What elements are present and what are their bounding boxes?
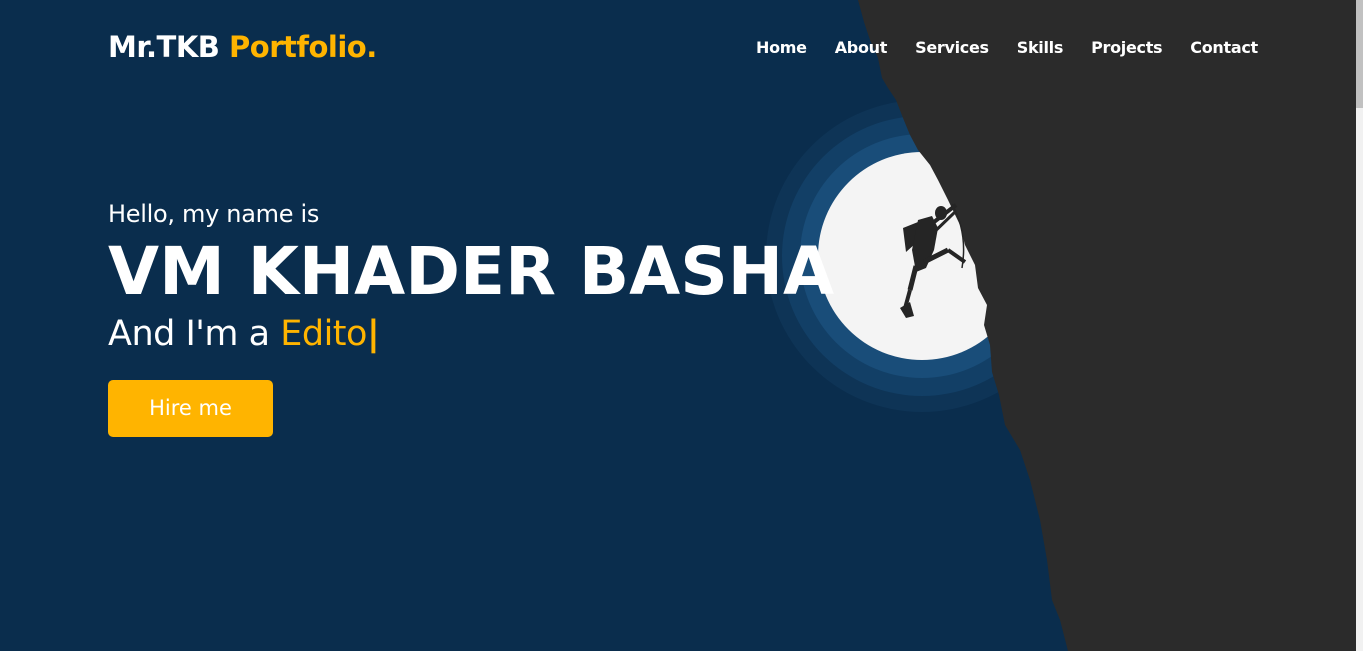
nav-menu: Home About Services Skills Projects Cont… bbox=[756, 38, 1258, 57]
hero-name: VM KHADER BASHA bbox=[108, 233, 835, 310]
nav-link-contact[interactable]: Contact bbox=[1190, 38, 1258, 57]
nav-link-projects[interactable]: Projects bbox=[1091, 38, 1163, 57]
nav-link-services[interactable]: Services bbox=[915, 38, 989, 57]
nav-link-about[interactable]: About bbox=[835, 38, 888, 57]
typed-role-text: Edito bbox=[280, 314, 367, 354]
hero-role-line: And I'm a Edito| bbox=[108, 314, 834, 354]
logo-main-text: Mr.TKB bbox=[108, 30, 220, 64]
page-scrollbar[interactable] bbox=[1356, 0, 1363, 651]
nav-link-home[interactable]: Home bbox=[756, 38, 807, 57]
site-logo[interactable]: Mr.TKB Portfolio. bbox=[108, 30, 377, 64]
hero-greeting: Hello, my name is bbox=[108, 200, 320, 228]
top-navbar: Mr.TKB Portfolio. Home About Services Sk… bbox=[0, 0, 1356, 96]
logo-accent-text: Portfolio. bbox=[229, 30, 377, 64]
scrollbar-thumb[interactable] bbox=[1356, 0, 1363, 108]
hero-section: Hello, my name is VM KHADER BASHA And I'… bbox=[108, 200, 834, 437]
typing-cursor: | bbox=[366, 314, 380, 354]
nav-link-skills[interactable]: Skills bbox=[1017, 38, 1064, 57]
role-prefix: And I'm a bbox=[108, 314, 270, 354]
hire-me-button[interactable]: Hire me bbox=[108, 380, 273, 437]
